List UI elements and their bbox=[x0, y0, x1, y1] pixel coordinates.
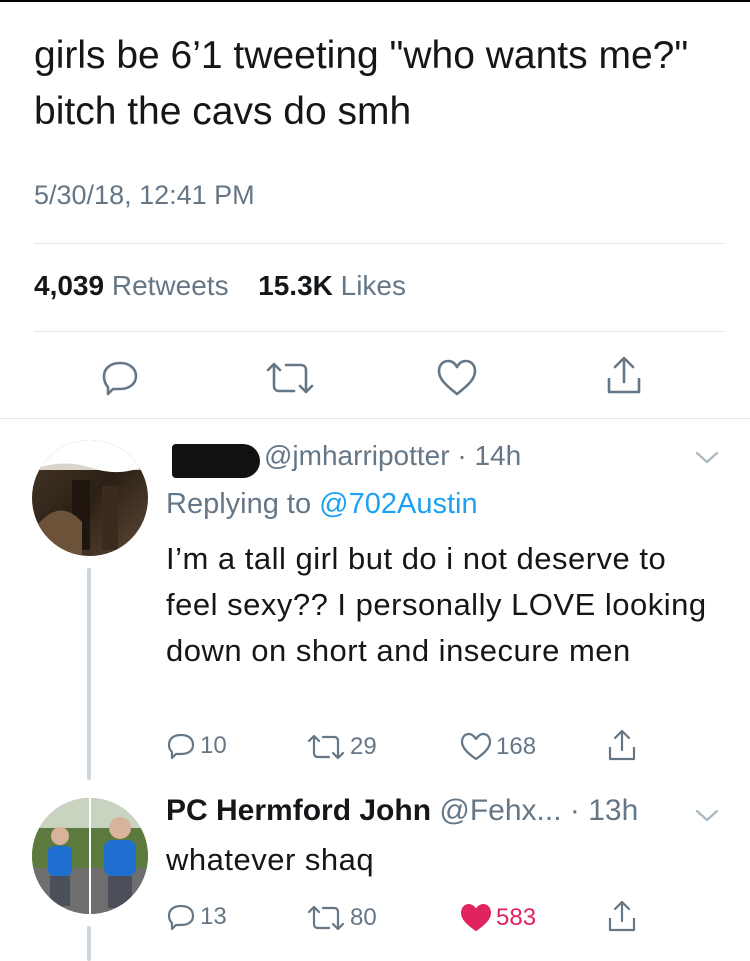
retweets-label[interactable]: Retweets bbox=[112, 270, 229, 301]
like-count: 583 bbox=[496, 904, 537, 931]
retweet-count: 29 bbox=[350, 733, 377, 760]
divider bbox=[0, 418, 750, 419]
divider bbox=[34, 331, 724, 332]
reply-time[interactable]: 13h bbox=[588, 794, 638, 827]
chevron-down-icon[interactable] bbox=[694, 450, 720, 471]
avatar[interactable] bbox=[32, 798, 148, 914]
top-border bbox=[0, 0, 750, 2]
replying-to-handle[interactable]: @702Austin bbox=[319, 488, 477, 520]
chevron-down-icon[interactable] bbox=[694, 808, 720, 829]
heart-filled-icon bbox=[461, 904, 491, 931]
reply-handle[interactable]: @Fehx... bbox=[439, 794, 561, 827]
like-action[interactable]: 583 bbox=[460, 903, 536, 933]
reply-action[interactable]: 10 bbox=[166, 731, 227, 761]
retweet-action[interactable]: 80 bbox=[306, 904, 377, 932]
heart-icon bbox=[460, 732, 492, 761]
retweet-icon[interactable] bbox=[264, 360, 316, 396]
reply-handle[interactable]: @jmharripotter bbox=[264, 440, 450, 471]
reply-author-name[interactable]: PC Hermford John bbox=[166, 794, 431, 827]
replying-to: Replying to @702Austin bbox=[166, 488, 478, 521]
reply-text: I’m a tall girl but do i not deserve to … bbox=[166, 541, 707, 668]
divider bbox=[34, 243, 724, 244]
retweet-icon bbox=[307, 734, 345, 760]
thread-line bbox=[87, 926, 91, 961]
reply-action[interactable]: 13 bbox=[166, 902, 227, 932]
tweet-stats: 4,039 Retweets 15.3K Likes bbox=[34, 270, 406, 302]
avatar[interactable] bbox=[32, 440, 148, 556]
like-action[interactable]: 168 bbox=[460, 732, 536, 762]
retweet-action[interactable]: 29 bbox=[306, 733, 377, 761]
reply-icon bbox=[167, 904, 195, 931]
reply-time[interactable]: 14h bbox=[474, 440, 521, 471]
heart-icon[interactable] bbox=[436, 358, 478, 398]
reply-header: PC Hermford John @Fehx... · 13h bbox=[166, 794, 639, 827]
share-icon[interactable] bbox=[606, 728, 638, 764]
reply-text: whatever shaq bbox=[166, 842, 375, 877]
retweet-icon bbox=[307, 905, 345, 931]
reply-icon bbox=[167, 733, 195, 760]
reply-icon[interactable] bbox=[100, 358, 140, 398]
like-count: 168 bbox=[496, 733, 537, 760]
thread-line bbox=[87, 568, 91, 780]
tweet-text: girls be 6’1 tweeting "who wants me?" bi… bbox=[34, 34, 689, 133]
reply-header: @jmharripotter · 14h bbox=[264, 440, 522, 471]
reply-count: 13 bbox=[200, 903, 227, 930]
share-icon[interactable] bbox=[606, 899, 638, 935]
share-icon[interactable] bbox=[604, 354, 644, 398]
redacted-name bbox=[172, 444, 260, 478]
likes-count[interactable]: 15.3K bbox=[258, 270, 333, 301]
likes-label[interactable]: Likes bbox=[341, 270, 406, 301]
replying-to-label: Replying to bbox=[166, 488, 312, 520]
retweets-count[interactable]: 4,039 bbox=[34, 270, 104, 301]
retweet-count: 80 bbox=[350, 904, 377, 931]
reply-count: 10 bbox=[200, 732, 227, 759]
tweet-timestamp[interactable]: 5/30/18, 12:41 PM bbox=[34, 180, 255, 211]
